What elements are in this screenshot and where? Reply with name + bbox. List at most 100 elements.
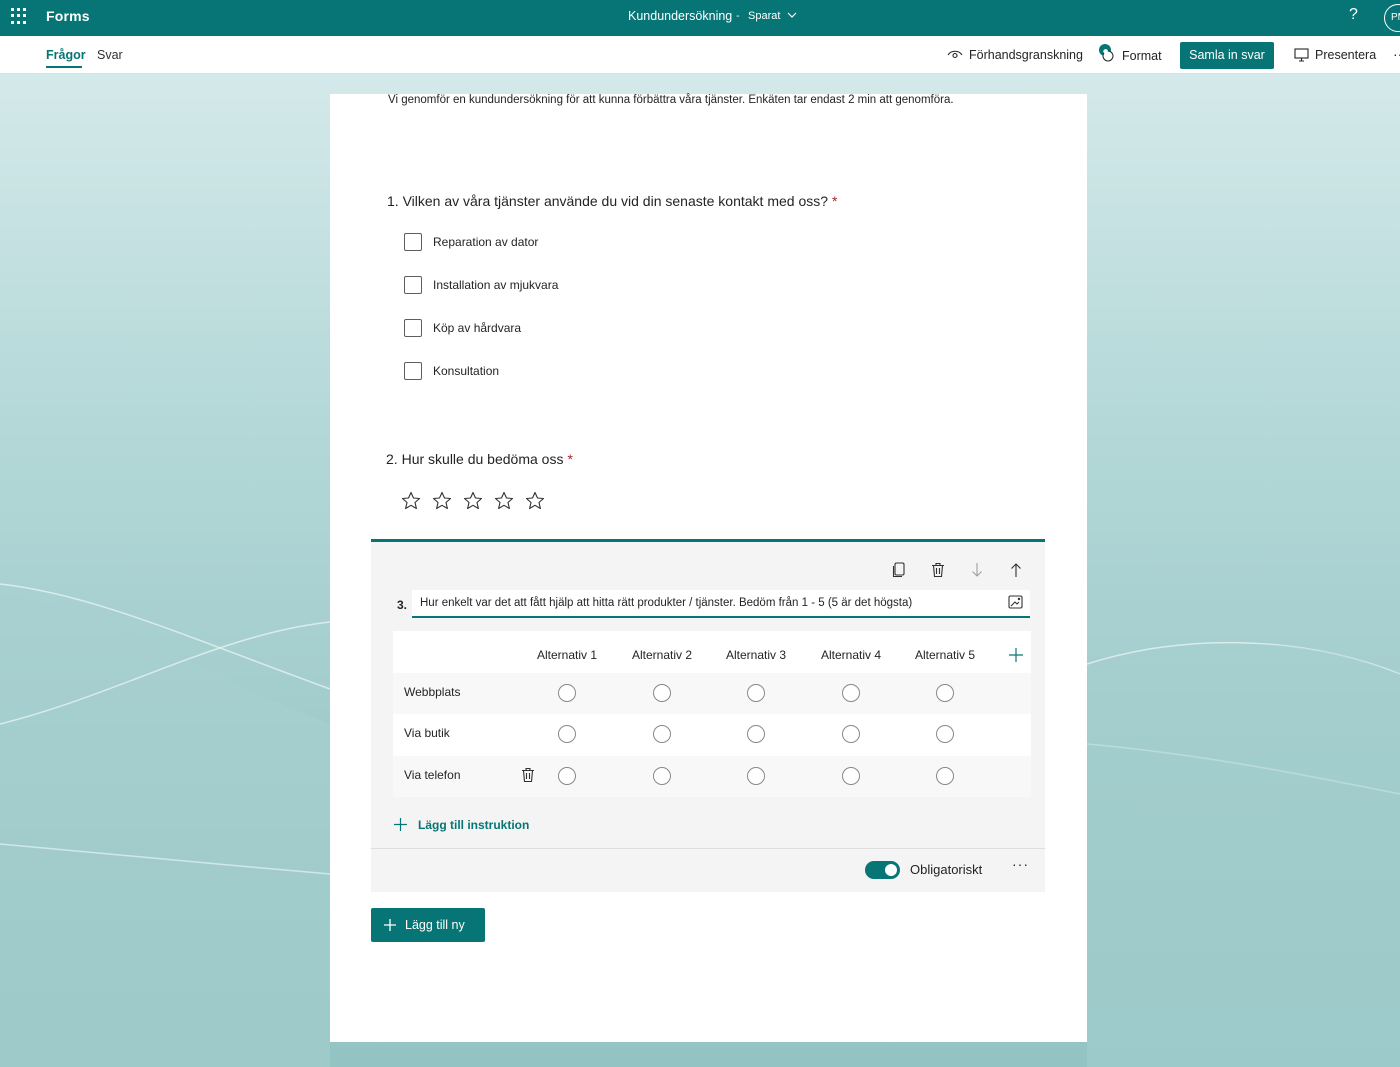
star-icon[interactable] bbox=[401, 489, 432, 511]
present-button[interactable]: Presentera bbox=[1294, 48, 1376, 62]
likert-grid: Alternativ 1 Alternativ 2 Alternativ 3 A… bbox=[393, 631, 1031, 797]
help-icon[interactable]: ? bbox=[1349, 6, 1358, 24]
insert-media-icon[interactable] bbox=[1008, 594, 1024, 610]
radio-button[interactable] bbox=[936, 725, 954, 743]
add-new-label: Lägg till ny bbox=[405, 918, 465, 932]
eye-icon bbox=[947, 50, 963, 59]
radio-button[interactable] bbox=[842, 767, 860, 785]
add-column-icon[interactable] bbox=[1008, 647, 1024, 663]
present-label: Presentera bbox=[1315, 48, 1377, 62]
choice-option[interactable]: Köp av hårdvara bbox=[404, 319, 521, 337]
command-bar: Frågor Svar Förhandsgranskning ● Format … bbox=[0, 36, 1400, 74]
radio-button[interactable] bbox=[747, 684, 765, 702]
question-text: Vilken av våra tjänster använde du vid d… bbox=[402, 193, 829, 209]
required-toggle[interactable] bbox=[865, 861, 900, 879]
avatar[interactable]: PM bbox=[1384, 4, 1400, 32]
more-options-icon[interactable]: ··· bbox=[1012, 856, 1029, 872]
column-header[interactable]: Alternativ 4 bbox=[821, 648, 881, 662]
required-marker: * bbox=[832, 193, 838, 209]
format-label: Format bbox=[1122, 49, 1162, 63]
option-label: Köp av hårdvara bbox=[433, 321, 522, 335]
required-label: Obligatoriskt bbox=[910, 862, 983, 877]
tab-questions[interactable]: Frågor bbox=[46, 48, 86, 62]
row-label[interactable]: Webbplats bbox=[404, 685, 460, 699]
question-text: Hur skulle du bedöma oss bbox=[401, 451, 564, 467]
checkbox[interactable] bbox=[404, 362, 422, 380]
option-label: Reparation av dator bbox=[433, 235, 539, 249]
checkbox[interactable] bbox=[404, 276, 422, 294]
question-number: 3. bbox=[397, 598, 408, 612]
chevron-down-icon[interactable] bbox=[785, 8, 799, 22]
table-row: Via telefon bbox=[393, 756, 1031, 797]
tab-responses[interactable]: Svar bbox=[97, 48, 123, 62]
move-down-icon[interactable] bbox=[967, 560, 987, 580]
radio-button[interactable] bbox=[558, 725, 576, 743]
column-header[interactable]: Alternativ 1 bbox=[537, 648, 597, 662]
active-tab-indicator bbox=[46, 66, 82, 68]
app-name[interactable]: Forms bbox=[46, 8, 90, 24]
plus-icon bbox=[394, 818, 407, 831]
document-title[interactable]: Kundundersökning bbox=[628, 9, 732, 23]
save-status: Sparat bbox=[748, 10, 781, 22]
toggle-knob bbox=[885, 864, 897, 876]
more-options-icon[interactable]: ··· bbox=[1393, 46, 1400, 62]
column-header[interactable]: Alternativ 5 bbox=[915, 648, 975, 662]
radio-button[interactable] bbox=[558, 684, 576, 702]
radio-button[interactable] bbox=[747, 767, 765, 785]
plus-icon bbox=[384, 919, 396, 931]
preview-label: Förhandsgranskning bbox=[969, 48, 1083, 62]
choice-option[interactable]: Installation av mjukvara bbox=[404, 276, 558, 294]
palette-icon: ● bbox=[1099, 44, 1114, 62]
delete-icon[interactable] bbox=[928, 560, 948, 580]
svg-text:●: ● bbox=[1103, 48, 1108, 55]
choice-option[interactable]: Reparation av dator bbox=[404, 233, 538, 251]
star-icon[interactable] bbox=[432, 489, 463, 511]
monitor-icon bbox=[1294, 48, 1309, 62]
radio-button[interactable] bbox=[842, 684, 860, 702]
star-icon[interactable] bbox=[463, 489, 494, 511]
radio-button[interactable] bbox=[558, 767, 576, 785]
form-canvas: Vi genomför en kundundersökning för att … bbox=[330, 94, 1087, 1042]
question-2-title[interactable]: 2. Hur skulle du bedöma oss * bbox=[386, 451, 573, 467]
choice-option[interactable]: Konsultation bbox=[404, 362, 499, 380]
option-label: Installation av mjukvara bbox=[433, 278, 559, 292]
question-1-title[interactable]: 1. Vilken av våra tjänster använde du vi… bbox=[387, 193, 837, 209]
radio-button[interactable] bbox=[936, 684, 954, 702]
column-header[interactable]: Alternativ 3 bbox=[726, 648, 786, 662]
radio-button[interactable] bbox=[653, 725, 671, 743]
question-number: 2. bbox=[386, 451, 398, 467]
star-icon[interactable] bbox=[494, 489, 525, 511]
add-new-button[interactable]: Lägg till ny bbox=[371, 908, 485, 942]
radio-button[interactable] bbox=[653, 684, 671, 702]
radio-button[interactable] bbox=[936, 767, 954, 785]
row-label[interactable]: Via telefon bbox=[404, 768, 461, 782]
copy-icon[interactable] bbox=[889, 560, 909, 580]
radio-button[interactable] bbox=[842, 725, 860, 743]
table-row: Via butik bbox=[393, 714, 1031, 755]
add-instruction-label: Lägg till instruktion bbox=[418, 817, 530, 832]
divider bbox=[371, 848, 1045, 849]
collect-responses-button[interactable]: Samla in svar bbox=[1180, 42, 1274, 69]
app-launcher-icon[interactable] bbox=[11, 8, 27, 24]
checkbox[interactable] bbox=[404, 233, 422, 251]
column-header[interactable]: Alternativ 2 bbox=[632, 648, 692, 662]
star-icon[interactable] bbox=[525, 489, 556, 511]
question-3-editor: 3. Hur enkelt var det att fått hjälp att… bbox=[371, 539, 1045, 892]
row-label[interactable]: Via butik bbox=[404, 726, 450, 740]
radio-button[interactable] bbox=[653, 767, 671, 785]
add-instruction-button[interactable]: Lägg till instruktion bbox=[393, 817, 529, 832]
preview-button[interactable]: Förhandsgranskning bbox=[947, 48, 1083, 62]
checkbox[interactable] bbox=[404, 319, 422, 337]
radio-button[interactable] bbox=[747, 725, 765, 743]
delete-row-icon[interactable] bbox=[521, 767, 535, 783]
question-title-input[interactable]: Hur enkelt var det att fått hjälp att hi… bbox=[412, 590, 1030, 618]
format-button[interactable]: ● Format bbox=[1098, 43, 1162, 63]
option-label: Konsultation bbox=[433, 364, 500, 378]
title-separator: - bbox=[736, 10, 740, 22]
app-header: Forms Kundundersökning - Sparat ? PM bbox=[0, 0, 1400, 36]
move-up-icon[interactable] bbox=[1006, 560, 1026, 580]
required-marker: * bbox=[567, 451, 573, 467]
question-number: 1. bbox=[387, 193, 399, 209]
form-description[interactable]: Vi genomför en kundundersökning för att … bbox=[388, 94, 954, 106]
table-row: Webbplats bbox=[393, 673, 1031, 714]
